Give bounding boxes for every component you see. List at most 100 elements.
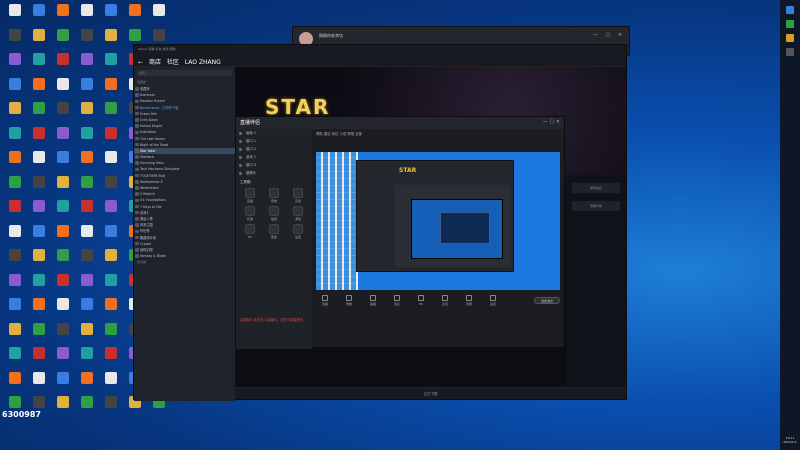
desktop-icon[interactable]: [76, 371, 98, 394]
download-status[interactable]: 正在下载: [235, 387, 626, 399]
desktop-icon[interactable]: [52, 224, 74, 247]
desktop-icon[interactable]: [52, 126, 74, 149]
visibility-icon[interactable]: [239, 147, 242, 151]
desktop-icon[interactable]: [28, 4, 50, 26]
desktop-icon[interactable]: [76, 224, 98, 247]
source-row[interactable]: 画面 1: [236, 129, 312, 137]
desktop-icon[interactable]: [28, 53, 50, 75]
desktop-icon[interactable]: [100, 273, 122, 296]
desktop-icon[interactable]: [100, 322, 122, 345]
desktop-icon[interactable]: [76, 4, 98, 26]
send-message-button[interactable]: 发送消息: [534, 297, 560, 304]
desktop-icon[interactable]: [76, 53, 98, 75]
desktop-icon[interactable]: [4, 298, 26, 320]
desktop-icon[interactable]: [4, 249, 26, 271]
stream-toolbar-button[interactable]: 设置: [484, 295, 502, 306]
visibility-icon[interactable]: [239, 155, 242, 159]
streaming-app-window[interactable]: 直播伴侣 — ▢ ✕ 画面 1 窗口 1 窗口 2 游戏 1 窗口 3 摄像头 工具箱 直…: [235, 116, 565, 349]
tool-button[interactable]: 贴纸: [263, 206, 285, 221]
desktop-icon[interactable]: [100, 396, 122, 418]
desktop-icon[interactable]: [4, 224, 26, 247]
desktop-icon[interactable]: [28, 77, 50, 100]
desktop-icon[interactable]: [76, 77, 98, 100]
desktop-icon[interactable]: [100, 371, 122, 394]
desktop-icon[interactable]: [4, 4, 26, 26]
desktop-icon[interactable]: [100, 77, 122, 100]
desktop-icon[interactable]: [52, 53, 74, 75]
stream-toolbar-button[interactable]: 麦克: [436, 295, 454, 306]
desktop-icon[interactable]: [4, 77, 26, 100]
desktop-icon[interactable]: [76, 102, 98, 124]
tool-button[interactable]: 音效: [263, 188, 285, 203]
desktop-icon[interactable]: [28, 273, 50, 296]
desktop-icon[interactable]: [4, 175, 26, 198]
desktop-icon[interactable]: [28, 126, 50, 149]
tool-button[interactable]: 游戏: [287, 206, 309, 221]
desktop-icon[interactable]: [100, 200, 122, 222]
desktop-icon[interactable]: [4, 273, 26, 296]
desktop-icon[interactable]: [52, 347, 74, 369]
visibility-icon[interactable]: [239, 163, 242, 167]
desktop-icon[interactable]: [76, 249, 98, 271]
desktop-icon[interactable]: [148, 4, 170, 26]
app-icon[interactable]: [786, 34, 794, 42]
desktop-icon[interactable]: [28, 249, 50, 271]
desktop-icon[interactable]: [124, 4, 146, 26]
view-details-button[interactable]: 查看详情: [572, 201, 620, 211]
desktop-icon[interactable]: [100, 28, 122, 51]
sidebar-section-recent[interactable]: 收藏夹: [134, 79, 235, 86]
desktop-icon[interactable]: [28, 224, 50, 247]
desktop-icon[interactable]: [100, 53, 122, 75]
desktop-icon[interactable]: [76, 396, 98, 418]
desktop-icon[interactable]: [100, 4, 122, 26]
source-row[interactable]: 摄像头: [236, 169, 312, 177]
desktop-icon[interactable]: [52, 396, 74, 418]
visibility-icon[interactable]: [239, 131, 242, 135]
desktop-icon[interactable]: [4, 322, 26, 345]
source-row[interactable]: 窗口 2: [236, 145, 312, 153]
desktop-icon[interactable]: [76, 347, 98, 369]
nav-community[interactable]: 社区: [167, 59, 179, 66]
game-info-button[interactable]: 游戏信息: [572, 183, 620, 193]
desktop-icon[interactable]: [100, 298, 122, 320]
desktop-icon[interactable]: [100, 102, 122, 124]
sidebar-section-all[interactable]: 未分类: [134, 259, 235, 266]
desktop-icon[interactable]: [52, 4, 74, 26]
desktop-icon[interactable]: [4, 53, 26, 75]
desktop-icon[interactable]: [52, 298, 74, 320]
stream-toolbar-button[interactable]: 直播: [316, 295, 334, 306]
desktop-icon[interactable]: [100, 249, 122, 271]
desktop-icon[interactable]: [100, 175, 122, 198]
desktop-icon[interactable]: [52, 322, 74, 345]
desktop-icon[interactable]: [76, 273, 98, 296]
desktop-icon[interactable]: [76, 28, 98, 51]
desktop-icon[interactable]: [100, 126, 122, 149]
desktop-icon[interactable]: [28, 298, 50, 320]
desktop-icon[interactable]: [4, 151, 26, 173]
app-icon[interactable]: [786, 48, 794, 56]
desktop-icon[interactable]: [100, 347, 122, 369]
desktop-icon[interactable]: [28, 200, 50, 222]
desktop-icon[interactable]: [28, 28, 50, 51]
desktop-icon[interactable]: [28, 102, 50, 124]
desktop-icon[interactable]: [52, 175, 74, 198]
app-icon[interactable]: [786, 20, 794, 28]
stream-toolbar-button[interactable]: 音量: [460, 295, 478, 306]
desktop-icon[interactable]: [76, 126, 98, 149]
tool-button[interactable]: PK: [239, 224, 261, 239]
nav-profile[interactable]: LAO ZHANG: [185, 59, 221, 66]
tool-button[interactable]: 更多: [263, 224, 285, 239]
window-controls[interactable]: — ▢ ✕: [593, 32, 625, 38]
desktop-icon[interactable]: [4, 347, 26, 369]
library-item[interactable]: Fantasy & Blade: [134, 253, 235, 259]
library-search-input[interactable]: 搜索: [137, 70, 232, 76]
desktop-icon[interactable]: [100, 151, 122, 173]
stream-toolbar-button[interactable]: 录制: [340, 295, 358, 306]
desktop-icon[interactable]: [76, 151, 98, 173]
visibility-icon[interactable]: [239, 139, 242, 143]
stream-toolbar-button[interactable]: PK: [412, 295, 430, 306]
desktop-icon[interactable]: [100, 224, 122, 247]
desktop-icon[interactable]: [76, 175, 98, 198]
steam-menu[interactable]: Steam 查看 好友 游戏 帮助: [138, 47, 176, 51]
back-arrow-icon[interactable]: ←: [138, 59, 143, 66]
